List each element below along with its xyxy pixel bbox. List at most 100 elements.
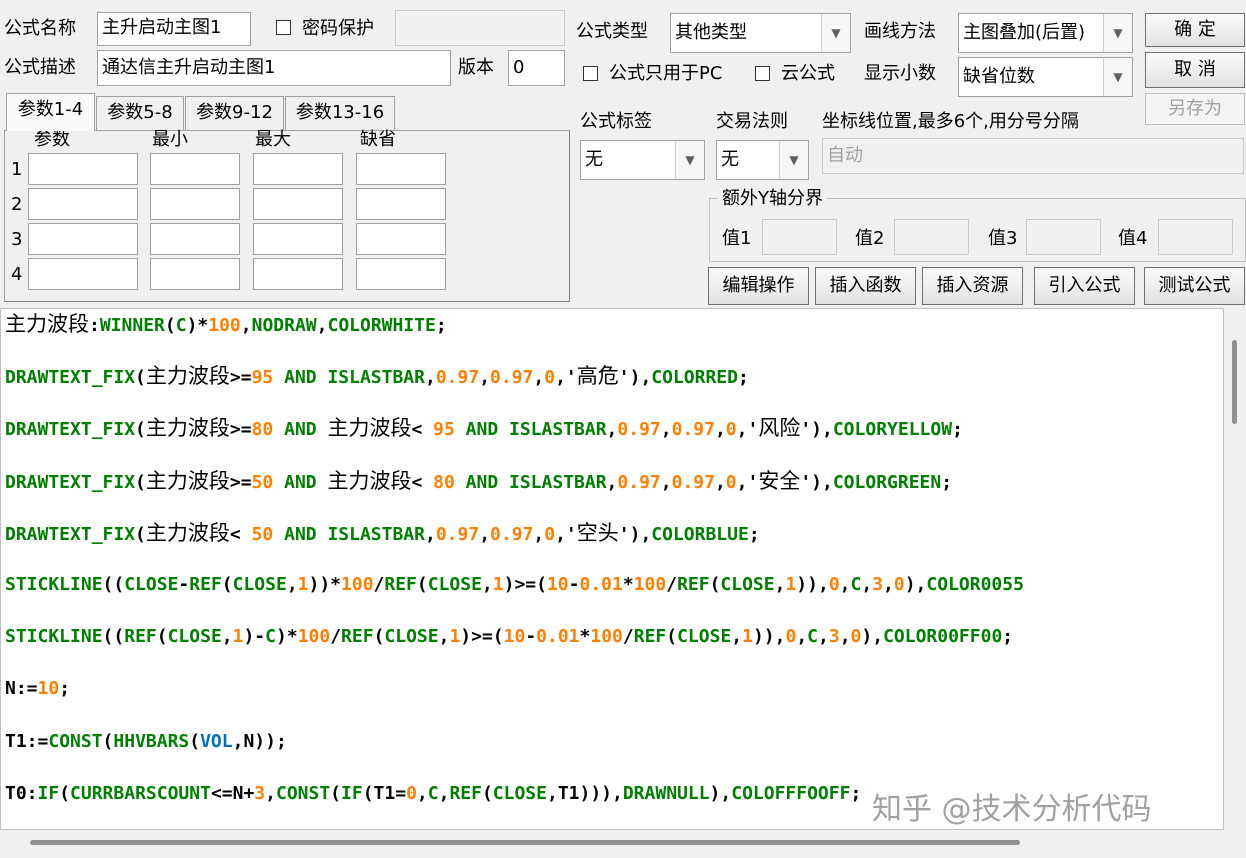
- horizontal-scrollbar-thumb[interactable]: [30, 840, 1020, 845]
- insert-resource-button[interactable]: 插入资源: [922, 267, 1023, 305]
- test-formula-button[interactable]: 测试公式: [1144, 267, 1245, 305]
- code-token: )>=(: [460, 626, 504, 648]
- param-max-input[interactable]: [253, 223, 343, 255]
- edit-operation-button[interactable]: 编辑操作: [708, 267, 809, 305]
- param-name-input[interactable]: [28, 188, 138, 220]
- code-token: 0: [725, 471, 737, 493]
- tag-label: 公式标签: [580, 111, 652, 132]
- param-min-input[interactable]: [150, 223, 240, 255]
- code-token: REF: [189, 574, 222, 595]
- tab-params-1-4[interactable]: 参数1-4: [6, 93, 95, 131]
- tag-select[interactable]: 无 ▼: [580, 140, 705, 180]
- code-token: )),: [796, 574, 829, 595]
- code-token: ))*: [308, 574, 342, 595]
- code-token: ,: [481, 574, 493, 595]
- param-default-input[interactable]: [356, 153, 446, 185]
- code-line[interactable]: N:=10;: [5, 677, 70, 701]
- param-max-input[interactable]: [253, 258, 343, 290]
- yaxis-value-input[interactable]: [894, 219, 969, 255]
- param-min-input[interactable]: [150, 258, 240, 290]
- insert-function-button[interactable]: 插入函数: [815, 267, 916, 305]
- code-token: )*: [186, 315, 209, 336]
- vertical-scrollbar-thumb[interactable]: [1232, 340, 1237, 424]
- ok-button[interactable]: 确 定: [1145, 13, 1245, 47]
- code-token: '),: [800, 419, 833, 441]
- code-token: -: [178, 574, 190, 595]
- chevron-down-icon[interactable]: ▼: [1103, 58, 1132, 96]
- decimal-select[interactable]: 缺省位数 ▼: [958, 57, 1133, 97]
- tab-params-9-12[interactable]: 参数9-12: [185, 96, 284, 130]
- code-token: 空头: [576, 520, 619, 545]
- cancel-button[interactable]: 取 消: [1145, 52, 1245, 88]
- save-as-button[interactable]: 另存为: [1145, 93, 1245, 125]
- param-name-input[interactable]: [28, 223, 138, 255]
- code-token: 1: [297, 574, 309, 595]
- code-line[interactable]: DRAWTEXT_FIX(主力波段< 50 AND ISLASTBAR,0.97…: [5, 521, 760, 547]
- code-line[interactable]: T1:=CONST(HHVBARS(VOL,N));: [5, 730, 287, 754]
- formula-name-input[interactable]: 主升启动主图1: [97, 12, 251, 46]
- code-token: 主力波段: [327, 416, 412, 441]
- code-token: 主力波段: [145, 468, 230, 493]
- yaxis-value-input[interactable]: [1158, 219, 1233, 255]
- param-default-input[interactable]: [356, 258, 446, 290]
- code-token: AND ISLASTBAR: [273, 367, 425, 389]
- code-line[interactable]: DRAWTEXT_FIX(主力波段>=50 AND 主力波段< 80 AND I…: [5, 469, 952, 495]
- param-min-input[interactable]: [150, 188, 240, 220]
- code-token: 主力波段: [145, 416, 230, 441]
- code-token: (: [102, 730, 114, 752]
- chevron-down-icon[interactable]: ▼: [1103, 14, 1132, 52]
- param-name-input[interactable]: [28, 258, 138, 290]
- cloud-checkbox[interactable]: [755, 66, 770, 81]
- code-token: 0: [850, 626, 862, 648]
- code-token: 0: [725, 419, 737, 441]
- axis-input[interactable]: 自动: [822, 138, 1244, 174]
- tab-params-13-16[interactable]: 参数13-16: [285, 96, 395, 130]
- formula-desc-input[interactable]: 通达信主升启动主图1: [97, 50, 451, 86]
- import-formula-button[interactable]: 引入公式: [1034, 267, 1135, 305]
- draw-method-label: 画线方法: [864, 21, 936, 42]
- code-line[interactable]: DRAWTEXT_FIX(主力波段>=80 AND 主力波段< 95 AND I…: [5, 416, 963, 442]
- version-input[interactable]: 0: [508, 50, 565, 86]
- yaxis-value-input[interactable]: [1026, 219, 1101, 255]
- code-line[interactable]: STICKLINE((CLOSE-REF(CLOSE,1))*100/REF(C…: [5, 573, 1024, 597]
- rule-select[interactable]: 无 ▼: [716, 140, 809, 180]
- code-line[interactable]: STICKLINE((REF(CLOSE,1)-C)*100/REF(CLOSE…: [5, 625, 1013, 649]
- code-line[interactable]: DRAWTEXT_FIX(主力波段>=95 AND ISLASTBAR,0.97…: [5, 364, 749, 390]
- param-default-input[interactable]: [356, 188, 446, 220]
- draw-method-select[interactable]: 主图叠加(后置) ▼: [958, 13, 1133, 53]
- pc-only-checkbox[interactable]: [583, 66, 598, 81]
- code-token: (: [416, 574, 428, 595]
- code-token: 0: [828, 574, 840, 595]
- param-min-input[interactable]: [150, 153, 240, 185]
- code-token: (: [135, 471, 146, 493]
- param-max-input[interactable]: [253, 188, 343, 220]
- code-token: <=N+: [210, 782, 255, 804]
- code-token: -: [525, 626, 537, 648]
- code-token: REF: [341, 626, 374, 648]
- chevron-down-icon[interactable]: ▼: [821, 14, 850, 52]
- code-token: 主力波段: [145, 364, 230, 389]
- code-token: ,: [438, 782, 450, 804]
- formula-type-select[interactable]: 其他类型 ▼: [670, 13, 851, 53]
- code-token: 3: [828, 626, 840, 648]
- code-token: 100: [633, 574, 667, 595]
- yaxis-value-input[interactable]: [762, 219, 837, 255]
- param-name-input[interactable]: [28, 153, 138, 185]
- chevron-down-icon[interactable]: ▼: [779, 141, 808, 179]
- password-input[interactable]: [395, 10, 565, 46]
- param-row-number: 3: [11, 229, 23, 250]
- code-token: ;: [952, 419, 963, 441]
- code-line[interactable]: T0:IF(CURRBARSCOUNT<=N+3,CONST(IF(T1=0,C…: [5, 782, 861, 806]
- rule-value: 无: [721, 149, 739, 170]
- code-editor[interactable]: 主力波段:WINNER(C)*100,NODRAW,COLORWHITE; DRA…: [0, 308, 1224, 830]
- code-token: ,: [774, 574, 786, 595]
- password-checkbox[interactable]: [276, 20, 291, 35]
- chevron-down-icon[interactable]: ▼: [675, 141, 704, 179]
- code-line[interactable]: 主力波段:WINNER(C)*100,NODRAW,COLORWHITE;: [5, 312, 447, 338]
- param-max-input[interactable]: [253, 153, 343, 185]
- param-default-input[interactable]: [356, 223, 446, 255]
- code-token: AND: [273, 419, 328, 441]
- code-token: REF: [124, 626, 157, 648]
- tab-params-5-8[interactable]: 参数5-8: [96, 96, 184, 130]
- code-token: ),: [904, 574, 927, 595]
